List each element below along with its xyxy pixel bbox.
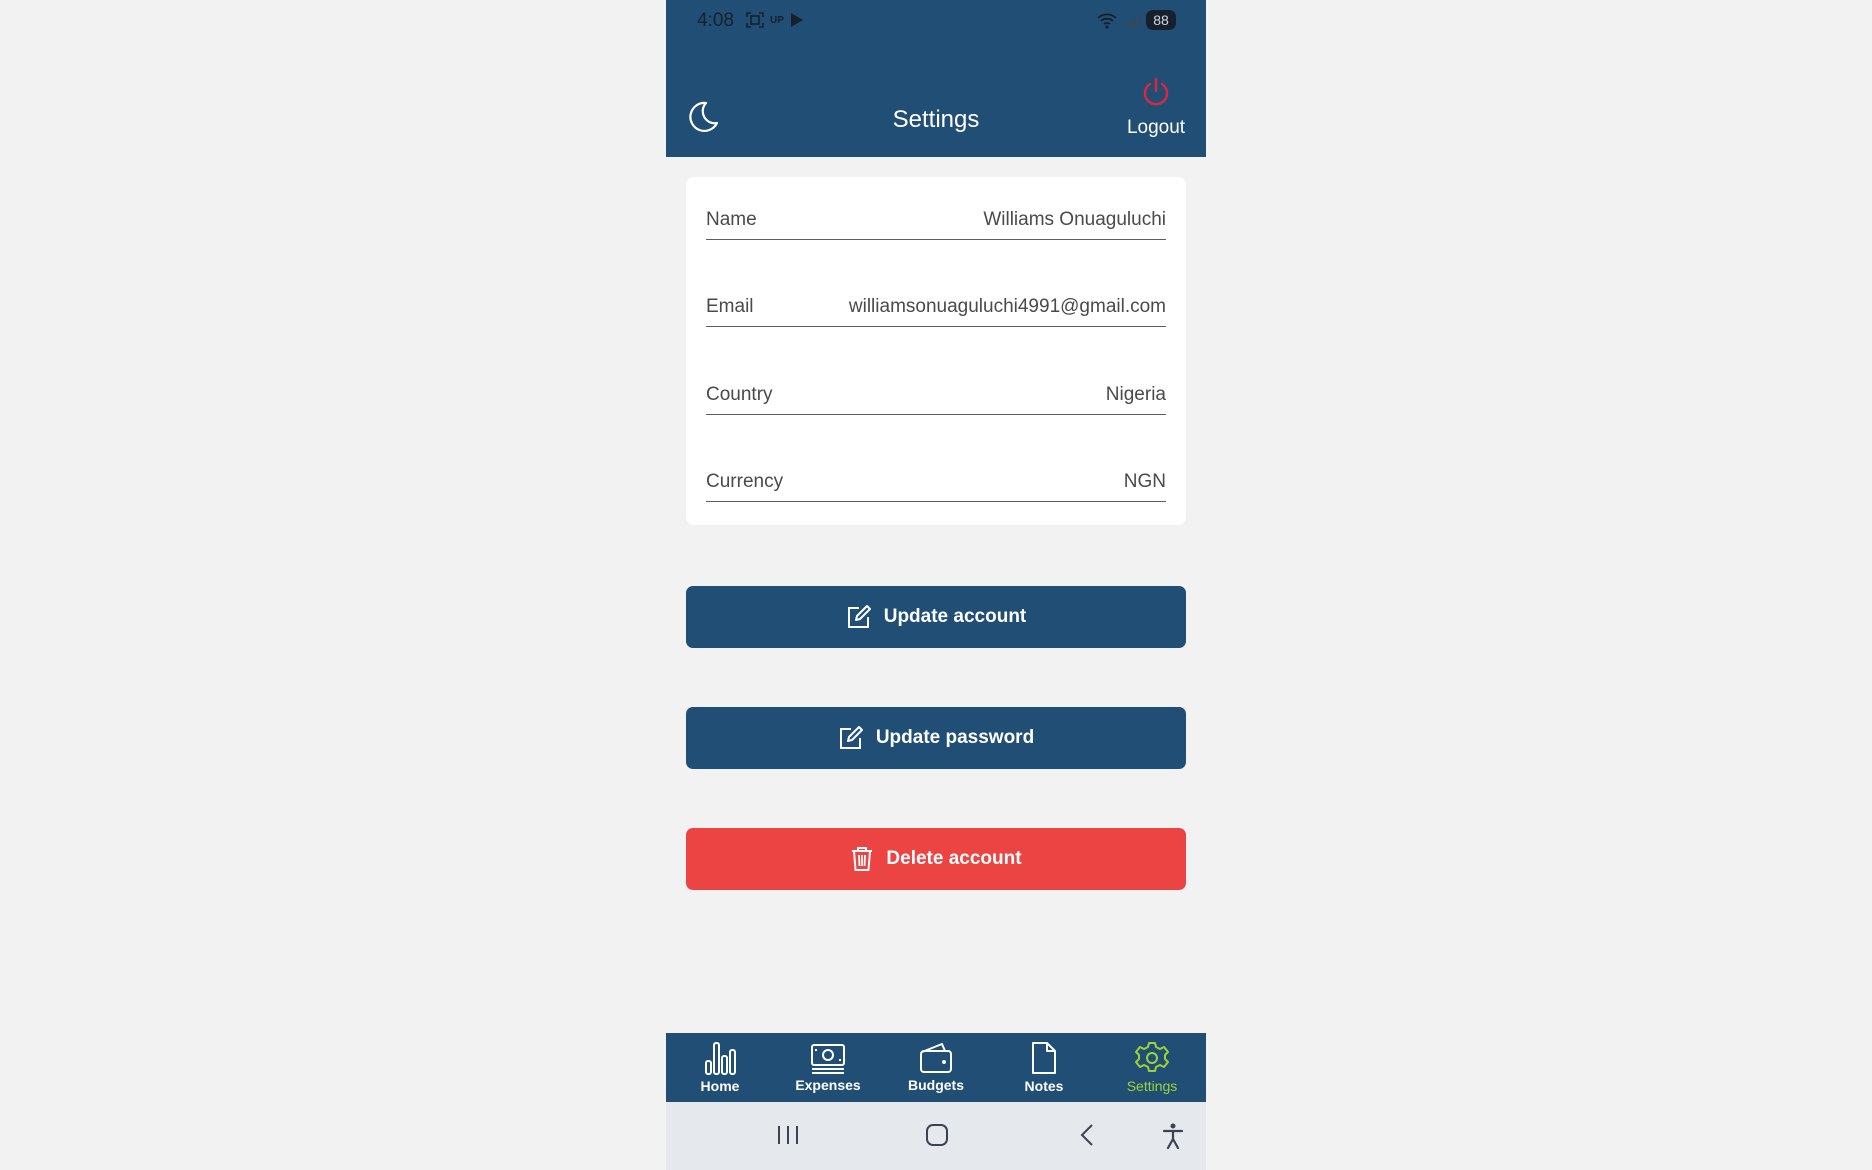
cash-icon (811, 1044, 845, 1074)
name-field[interactable]: Name Williams Onuaguluchi (706, 200, 1166, 240)
logout-label: Logout (1126, 117, 1186, 138)
nav-item-home[interactable]: Home (675, 1041, 765, 1094)
power-icon (1143, 77, 1169, 106)
system-navigation-bar (666, 1102, 1206, 1170)
bottom-navigation: Home Expenses Budgets Notes Settings (666, 1033, 1206, 1102)
battery-indicator: 88 (1146, 10, 1176, 30)
update-password-button[interactable]: Update password (686, 707, 1186, 769)
nav-label-settings: Settings (1126, 1078, 1178, 1094)
home-button[interactable] (925, 1122, 949, 1153)
status-icons-right: 88 (1096, 10, 1176, 30)
country-label: Country (706, 383, 773, 405)
recent-apps-icon (778, 1126, 798, 1144)
bar-chart-icon (705, 1042, 736, 1075)
back-arrow-icon (1080, 1124, 1093, 1146)
back-button[interactable] (1077, 1122, 1097, 1153)
name-label: Name (706, 208, 757, 230)
nav-item-expenses[interactable]: Expenses (783, 1042, 873, 1093)
nav-item-notes[interactable]: Notes (999, 1041, 1089, 1094)
recent-apps-button[interactable] (776, 1122, 800, 1153)
status-time: 4:08 (697, 10, 734, 31)
currency-label: Currency (706, 470, 784, 492)
nav-item-settings[interactable]: Settings (1107, 1041, 1197, 1094)
nav-label-notes: Notes (1024, 1078, 1064, 1094)
delete-account-label: Delete account (886, 848, 1022, 869)
trash-icon (852, 847, 873, 871)
account-details-card: Name Williams Onuaguluchi Email williams… (686, 177, 1186, 525)
play-icon (790, 13, 803, 27)
currency-value[interactable]: NGN (1124, 471, 1166, 493)
logout-button[interactable]: Logout (1124, 76, 1188, 139)
email-label: Email (706, 295, 754, 317)
edit-icon (839, 726, 863, 749)
update-password-label: Update password (875, 727, 1035, 748)
nav-label-budgets: Budgets (908, 1077, 964, 1093)
edit-icon (847, 605, 871, 628)
accessibility-button[interactable] (1162, 1122, 1184, 1155)
country-value[interactable]: Nigeria (1106, 384, 1166, 406)
delete-account-button[interactable]: Delete account (686, 828, 1186, 890)
screenshot-icon (746, 12, 764, 28)
nav-item-budgets[interactable]: Budgets (891, 1042, 981, 1093)
currency-field[interactable]: Currency NGN (706, 462, 1166, 502)
home-circle-icon (926, 1124, 948, 1146)
wifi-icon (1097, 13, 1117, 29)
wallet-icon (920, 1043, 952, 1073)
app-header: 4:08 UP 88 Settings Logout (666, 0, 1206, 157)
status-icons-left: UP (746, 12, 804, 28)
signal-icon (1126, 14, 1140, 27)
update-account-button[interactable]: Update account (686, 586, 1186, 648)
document-icon (1032, 1042, 1056, 1074)
name-value[interactable]: Williams Onuaguluchi (983, 209, 1166, 231)
app-screen: 4:08 UP 88 Settings Logout Name Williams… (666, 0, 1206, 1170)
nav-label-expenses: Expenses (795, 1077, 861, 1093)
gear-icon (1135, 1042, 1169, 1072)
email-field[interactable]: Email williamsonuaguluchi4991@gmail.com (706, 287, 1166, 327)
nav-label-home: Home (700, 1078, 740, 1094)
up-label: UP (770, 14, 784, 26)
accessibility-icon (1162, 1123, 1184, 1150)
status-bar: 4:08 UP 88 (666, 0, 1206, 44)
country-field[interactable]: Country Nigeria (706, 375, 1166, 415)
update-account-label: Update account (883, 606, 1027, 627)
email-value[interactable]: williamsonuaguluchi4991@gmail.com (849, 296, 1166, 318)
